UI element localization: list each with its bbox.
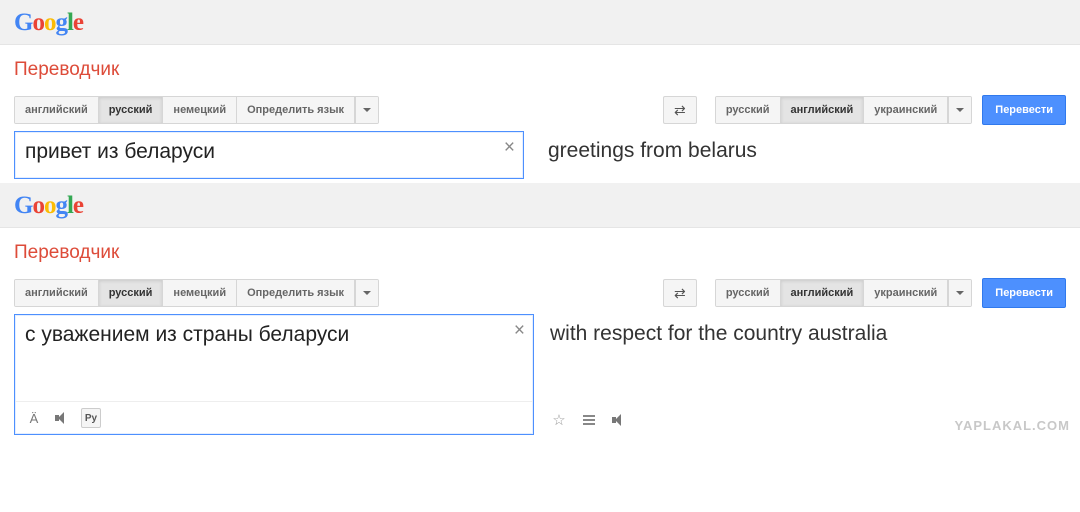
speaker-icon — [55, 412, 69, 424]
list-icon — [583, 415, 595, 425]
watermark: YAPLAKAL.COM — [954, 418, 1070, 433]
source-lang-group: английский русский немецкий Определить я… — [14, 279, 379, 307]
logo-letter: g — [55, 9, 67, 36]
logo-letter: o — [32, 9, 44, 36]
target-lang-tabs: русский английский украинский — [715, 96, 972, 124]
source-lang-dropdown[interactable] — [355, 97, 378, 123]
source-lang-tabs: английский русский немецкий Определить я… — [14, 279, 379, 307]
target-lang-tabs: русский английский украинский — [715, 279, 972, 307]
target-lang-tab-russian[interactable]: русский — [716, 97, 781, 123]
target-lang-tab-ukrainian[interactable]: украинский — [864, 280, 948, 306]
special-char-button[interactable]: Ä — [25, 409, 43, 427]
translate-button[interactable]: Перевести — [982, 278, 1066, 308]
io-row: с уважением из страны беларуси × Ä Ру wi… — [0, 314, 1080, 439]
translation-output: with respect for the country australia — [548, 314, 1066, 405]
logo-letter: e — [73, 9, 83, 36]
translation-output: greetings from belarus — [538, 131, 1066, 179]
google-logo[interactable]: Google — [14, 191, 83, 220]
target-lang-dropdown[interactable] — [948, 280, 971, 306]
source-lang-tab-german[interactable]: немецкий — [163, 97, 237, 123]
chevron-down-icon — [956, 108, 964, 112]
source-text-box[interactable]: привет из беларуси × — [14, 131, 524, 179]
header-bar: Google — [0, 183, 1080, 228]
source-lang-tab-detect[interactable]: Определить язык — [237, 97, 355, 123]
swap-languages-button[interactable]: ⇄ — [663, 279, 697, 307]
phrasebook-button[interactable] — [580, 411, 598, 429]
io-row: привет из беларуси × greetings from bela… — [0, 131, 1080, 183]
logo-letter: g — [55, 192, 67, 219]
swap-icon: ⇄ — [674, 102, 686, 119]
source-lang-tab-english[interactable]: английский — [15, 97, 99, 123]
app-title[interactable]: Переводчик — [0, 45, 1080, 95]
source-lang-tab-english[interactable]: английский — [15, 280, 99, 306]
target-lang-tab-english[interactable]: английский — [781, 280, 865, 306]
swap-icon: ⇄ — [674, 285, 686, 302]
listen-output-button[interactable] — [610, 411, 628, 429]
toolbar-row: английский русский немецкий Определить я… — [0, 278, 1080, 314]
save-translation-button[interactable]: ☆ — [550, 411, 568, 429]
target-lang-dropdown[interactable] — [948, 97, 971, 123]
source-lang-dropdown[interactable] — [355, 280, 378, 306]
source-lang-tab-detect[interactable]: Определить язык — [237, 280, 355, 306]
target-lang-tab-russian[interactable]: русский — [716, 280, 781, 306]
app-title[interactable]: Переводчик — [0, 228, 1080, 278]
input-footer-toolbar: Ä Ру — [15, 401, 533, 434]
source-lang-tab-german[interactable]: немецкий — [163, 280, 237, 306]
logo-letter: o — [32, 192, 44, 219]
swap-languages-button[interactable]: ⇄ — [663, 96, 697, 124]
target-lang-group: ⇄ русский английский украинский Перевест… — [663, 278, 1066, 308]
translate-button[interactable]: Перевести — [982, 95, 1066, 125]
speaker-icon — [612, 414, 626, 426]
target-lang-tab-english[interactable]: английский — [781, 97, 865, 123]
source-text[interactable]: с уважением из страны беларуси — [15, 315, 533, 401]
target-lang-group: ⇄ русский английский украинский Перевест… — [663, 95, 1066, 125]
google-logo[interactable]: Google — [14, 8, 83, 37]
header-bar: Google — [0, 0, 1080, 45]
source-lang-tab-russian[interactable]: русский — [99, 280, 164, 306]
target-lang-tab-ukrainian[interactable]: украинский — [864, 97, 948, 123]
listen-source-button[interactable] — [53, 409, 71, 427]
source-text-box[interactable]: с уважением из страны беларуси × Ä Ру — [14, 314, 534, 435]
source-lang-group: английский русский немецкий Определить я… — [14, 96, 379, 124]
logo-letter: e — [73, 192, 83, 219]
logo-letter: o — [44, 9, 56, 36]
logo-letter: G — [14, 9, 32, 36]
chevron-down-icon — [363, 291, 371, 295]
chevron-down-icon — [363, 108, 371, 112]
logo-letter: o — [44, 192, 56, 219]
screenshot-container: Google Переводчик английский русский нем… — [0, 0, 1080, 439]
source-lang-tab-russian[interactable]: русский — [99, 97, 164, 123]
source-text[interactable]: привет из беларуси — [15, 132, 523, 172]
input-method-button[interactable]: Ру — [81, 408, 101, 428]
output-wrap: with respect for the country australia ☆ — [548, 314, 1066, 435]
clear-input-button[interactable]: × — [504, 138, 515, 157]
toolbar-row: английский русский немецкий Определить я… — [0, 95, 1080, 131]
source-lang-tabs: английский русский немецкий Определить я… — [14, 96, 379, 124]
logo-letter: G — [14, 192, 32, 219]
clear-input-button[interactable]: × — [514, 321, 525, 340]
chevron-down-icon — [956, 291, 964, 295]
